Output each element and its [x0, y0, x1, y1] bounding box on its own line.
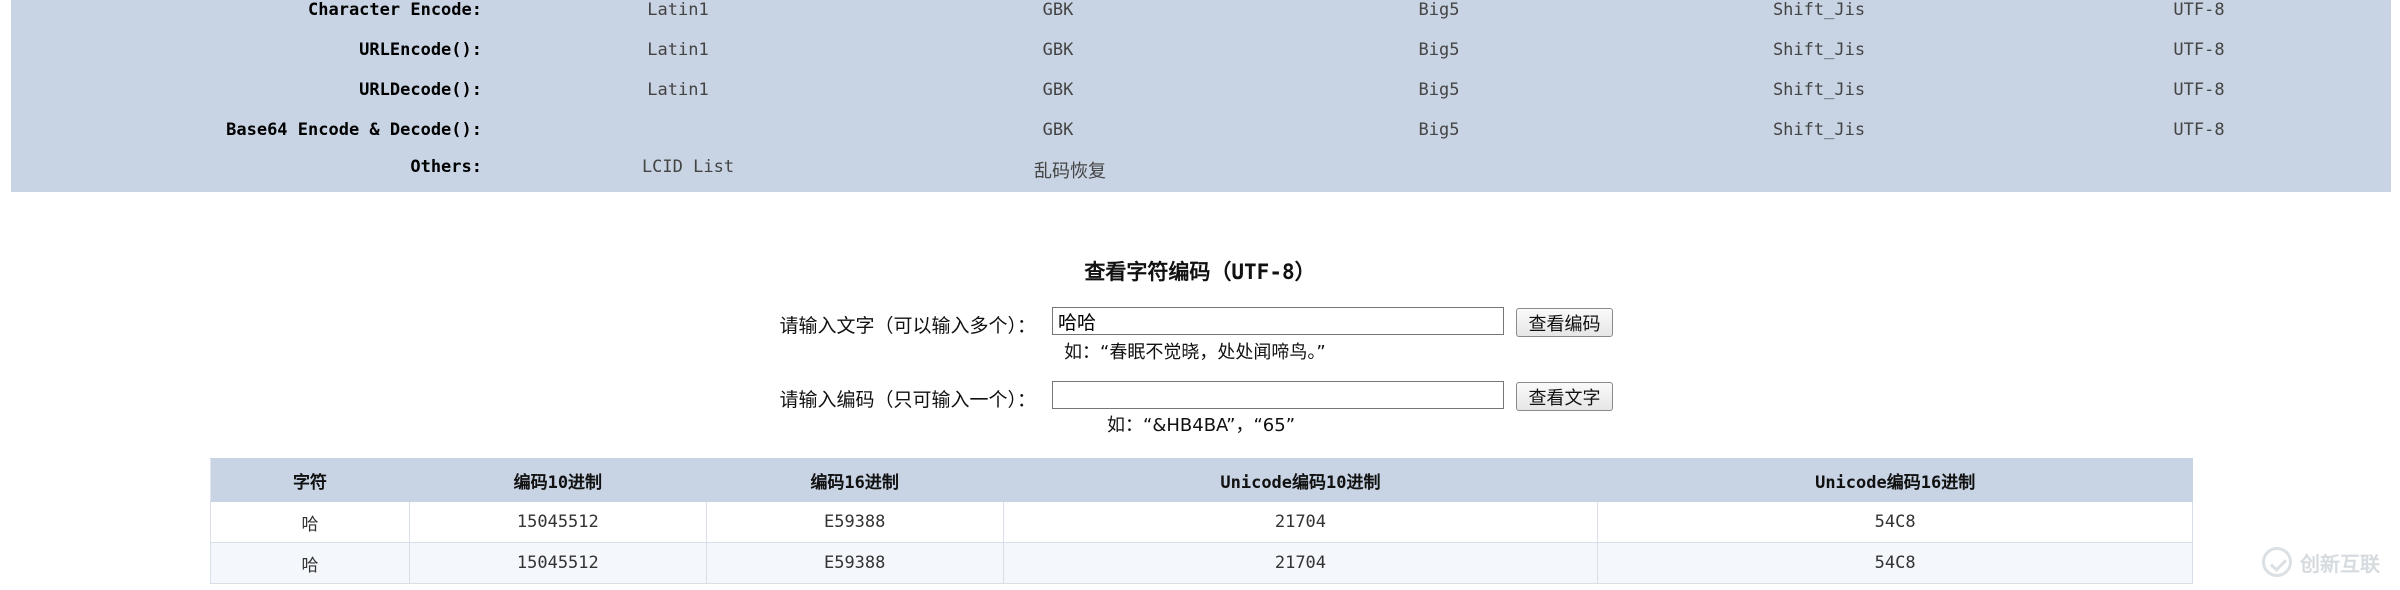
link-character-shift-jis[interactable]: Shift_Jis: [1773, 0, 1865, 20]
link-urldecode-big5[interactable]: Big5: [1419, 80, 1460, 100]
cell-char: 哈: [210, 501, 410, 543]
cell-code-hex: E59388: [705, 542, 1004, 584]
nav-row-label: Others:: [410, 157, 482, 177]
text-input-hint: 如：“春眠不觉晓，处处闻啼鸟。”: [1064, 342, 1326, 363]
nav-row-urldecode: URLDecode(): Latin1 GBK Big5 Shift_Jis U…: [11, 80, 2391, 120]
header-char: 字符: [210, 458, 410, 502]
nav-row-label: URLEncode():: [359, 40, 482, 60]
cell-unicode-dec: 21704: [1002, 542, 1599, 584]
link-urldecode-utf8[interactable]: UTF-8: [2173, 80, 2224, 100]
header-code-dec: 编码10进制: [408, 458, 707, 502]
link-base64-gbk[interactable]: GBK: [1043, 120, 1074, 140]
cell-code-dec: 15045512: [408, 542, 707, 584]
link-character-big5[interactable]: Big5: [1419, 0, 1460, 20]
page: Character Encode: Latin1 GBK Big5 Shift_…: [0, 0, 2400, 590]
text-input-label: 请输入文字（可以输入多个）：: [779, 315, 1036, 337]
watermark-text: 创新互联: [2300, 551, 2380, 576]
watermark-logo-icon: [2262, 547, 2292, 577]
nav-row-label: Character Encode:: [308, 0, 482, 20]
link-character-utf8[interactable]: UTF-8: [2173, 0, 2224, 20]
link-urlencode-utf8[interactable]: UTF-8: [2173, 40, 2224, 60]
link-urlencode-latin1[interactable]: Latin1: [647, 40, 708, 60]
link-urlencode-gbk[interactable]: GBK: [1043, 40, 1074, 60]
link-base64-shift-jis[interactable]: Shift_Jis: [1773, 120, 1865, 140]
link-urlencode-shift-jis[interactable]: Shift_Jis: [1773, 40, 1865, 60]
link-character-latin1[interactable]: Latin1: [647, 0, 708, 20]
nav-row-others: Others: LCID List 乱码恢复: [11, 157, 2391, 197]
nav-row-base64: Base64 Encode & Decode(): GBK Big5 Shift…: [11, 120, 2391, 160]
text-input[interactable]: [1052, 307, 1504, 335]
link-urldecode-latin1[interactable]: Latin1: [647, 80, 708, 100]
header-unicode-hex: Unicode编码16进制: [1597, 458, 2193, 502]
nav-row-character-encode: Character Encode: Latin1 GBK Big5 Shift_…: [11, 0, 2391, 40]
result-table: 字符 编码10进制 编码16进制 Unicode编码10进制 Unicode编码…: [210, 458, 2193, 584]
table-row: 哈 15045512 E59388 21704 54C8: [210, 542, 2193, 584]
code-input-hint: 如：“&HB4BA”，“65”: [1107, 415, 1296, 436]
link-base64-big5[interactable]: Big5: [1419, 120, 1460, 140]
link-lcid-list[interactable]: LCID List: [642, 157, 734, 177]
cell-code-dec: 15045512: [408, 501, 707, 543]
code-input[interactable]: [1052, 381, 1504, 409]
watermark: 创新互联: [2262, 542, 2380, 582]
table-header-row: 字符 编码10进制 编码16进制 Unicode编码10进制 Unicode编码…: [210, 458, 2193, 502]
nav-row-urlencode: URLEncode(): Latin1 GBK Big5 Shift_Jis U…: [11, 40, 2391, 80]
page-title: 查看字符编码（UTF-8）: [1084, 260, 1316, 284]
cell-unicode-hex: 54C8: [1597, 542, 2193, 584]
cell-char: 哈: [210, 542, 410, 584]
link-urlencode-big5[interactable]: Big5: [1419, 40, 1460, 60]
encode-nav-panel: Character Encode: Latin1 GBK Big5 Shift_…: [11, 0, 2391, 192]
link-urldecode-shift-jis[interactable]: Shift_Jis: [1773, 80, 1865, 100]
link-urldecode-gbk[interactable]: GBK: [1043, 80, 1074, 100]
nav-row-label: Base64 Encode & Decode():: [226, 120, 482, 140]
header-code-hex: 编码16进制: [705, 458, 1004, 502]
link-garbled-recovery[interactable]: 乱码恢复: [1034, 157, 1106, 183]
table-row: 哈 15045512 E59388 21704 54C8: [210, 501, 2193, 543]
view-code-button[interactable]: 查看编码: [1516, 308, 1613, 337]
link-base64-utf8[interactable]: UTF-8: [2173, 120, 2224, 140]
link-character-gbk[interactable]: GBK: [1043, 0, 1074, 20]
cell-code-hex: E59388: [705, 501, 1004, 543]
view-text-button[interactable]: 查看文字: [1516, 382, 1613, 411]
code-input-label: 请输入编码（只可输入一个）：: [779, 389, 1036, 411]
nav-row-label: URLDecode():: [359, 80, 482, 100]
cell-unicode-dec: 21704: [1002, 501, 1599, 543]
cell-unicode-hex: 54C8: [1597, 501, 2193, 543]
header-unicode-dec: Unicode编码10进制: [1002, 458, 1599, 502]
